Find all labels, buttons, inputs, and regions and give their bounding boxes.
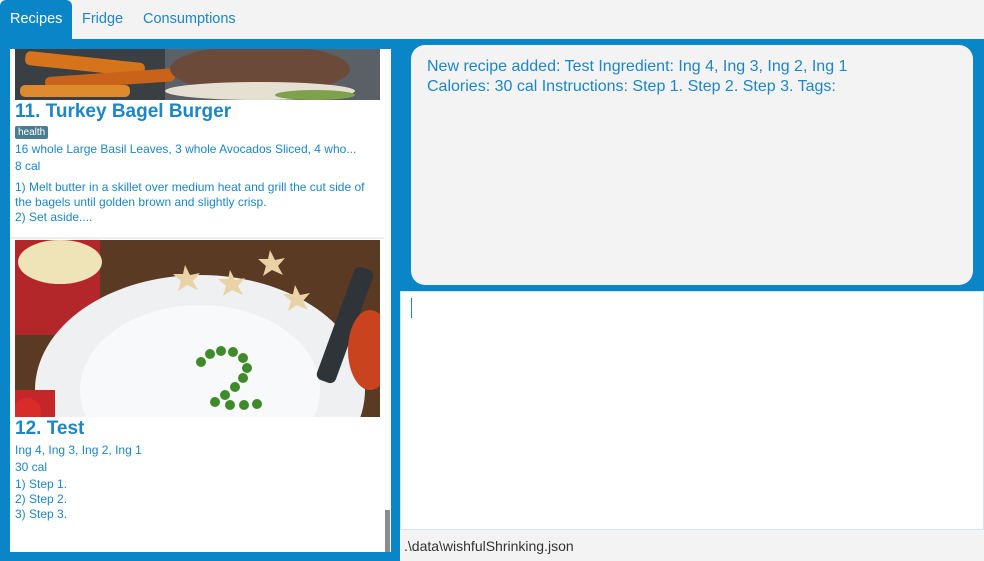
text-caret — [411, 298, 412, 318]
recipe-title: 11. Turkey Bagel Burger — [15, 101, 232, 122]
recipe-tag: health — [15, 126, 49, 139]
recipe-title: 12. Test — [15, 418, 85, 439]
recipe-instructions: 1) Melt butter in a skillet over medium … — [15, 180, 365, 224]
recipe-calories: 30 cal — [15, 460, 48, 474]
tab-fridge[interactable]: Fridge — [72, 0, 133, 39]
result-display: New recipe added: Test Ingredient: Ing 4… — [411, 45, 973, 285]
recipe-instructions: 1) Step 1. 2) Step 2. 3) Step 3. — [15, 477, 68, 521]
recipe-image — [15, 49, 380, 100]
tab-consumptions[interactable]: Consumptions — [133, 0, 246, 39]
recipe-image — [15, 240, 380, 417]
result-line: New recipe added: Test Ingredient: Ing 4… — [427, 58, 848, 75]
data-file-path: .\data\wishfulShrinking.json — [404, 538, 574, 554]
recipe-ingredients: 16 whole Large Basil Leaves, 3 whole Avo… — [15, 142, 357, 156]
tab-recipes[interactable]: Recipes — [0, 0, 72, 39]
burger-photo-icon — [15, 49, 380, 100]
plate-photo-icon — [15, 240, 380, 417]
command-input[interactable] — [400, 291, 984, 530]
result-line: Calories: 30 cal Instructions: Step 1. S… — [427, 78, 836, 95]
recipe-list[interactable]: 11. Turkey Bagel Burger health 16 whole … — [10, 49, 391, 552]
scrollbar-thumb[interactable] — [385, 510, 390, 552]
status-bar: .\data\wishfulShrinking.json — [400, 530, 984, 561]
recipe-list-scrollbar[interactable] — [384, 49, 390, 552]
recipe-ingredients: Ing 4, Ing 3, Ing 2, Ing 1 — [15, 443, 142, 457]
recipe-calories: 8 cal — [15, 159, 41, 173]
recipe-list-panel: 11. Turkey Bagel Burger health 16 whole … — [0, 39, 400, 561]
tab-bar: Recipes Fridge Consumptions — [0, 0, 984, 39]
recipe-card[interactable]: 12. Test Ing 4, Ing 3, Ing 2, Ing 1 30 c… — [10, 239, 385, 552]
recipe-card[interactable]: 11. Turkey Bagel Burger health 16 whole … — [10, 49, 385, 237]
